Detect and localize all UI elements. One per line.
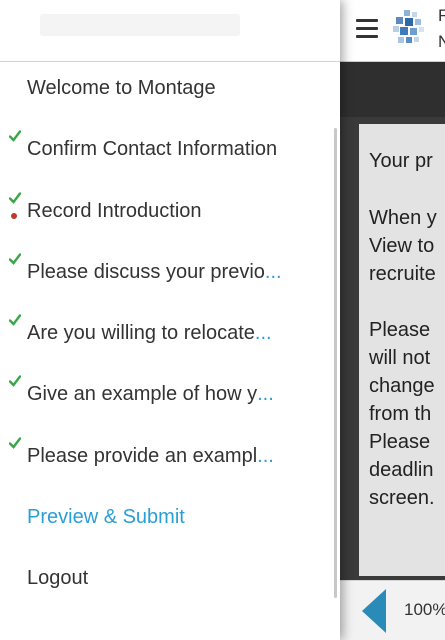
truncation-ellipsis: ... (254, 322, 272, 344)
instructions-card: Your pr When y View to recruite Please w… (359, 124, 445, 576)
menu-item-label: Please discuss your previo... (27, 259, 319, 285)
checkmark-icon (9, 314, 21, 326)
menu-item-welcome[interactable]: Welcome to Montage (0, 66, 330, 116)
menu-item-label: Welcome to Montage (27, 75, 319, 101)
checkmark-icon (9, 253, 21, 265)
menu-item-label: Record Introduction (27, 198, 319, 224)
menu-item-label: Confirm Contact Information (27, 136, 319, 162)
drawer-header-placeholder (40, 14, 240, 36)
menu-item-label: Are you willing to relocate... (27, 320, 319, 346)
menu-item-text: Logout (27, 567, 89, 589)
instructions-paragraph-3: Please will not change from th Please de… (369, 319, 435, 509)
app-header: F N (340, 0, 445, 62)
navigation-drawer: Welcome to Montage Confirm Contact Inform… (0, 0, 340, 640)
truncation-ellipsis: ... (257, 383, 274, 406)
current-step-dot-icon (11, 212, 17, 219)
checkmark-icon (9, 130, 21, 143)
app-title-line1: F (438, 6, 445, 25)
footer-bar: 100% (340, 580, 445, 640)
montage-logo-icon (393, 10, 424, 43)
menu-item-text: Are you willing to relocate (27, 322, 255, 344)
menu-item-text: Record Introduction (27, 199, 202, 222)
menu-item-label: Please provide an exampl... (27, 443, 319, 469)
menu-item-text: Please discuss your previo (27, 260, 265, 283)
screen: F N Your pr When y View to recruite Plea… (0, 0, 445, 640)
menu-item-label: Give an example of how y... (27, 381, 319, 407)
menu-item-question-provide-example[interactable]: Please provide an exampl... (0, 434, 330, 484)
drawer-header (0, 0, 340, 62)
menu-item-preview-submit[interactable]: Preview & Submit (0, 495, 330, 545)
menu-item-text: Please provide an exampl (27, 444, 258, 467)
menu-item-question-example[interactable]: Give an example of how y... (0, 372, 330, 422)
instructions-paragraph-1: Your pr (369, 150, 433, 172)
checkmark-icon (9, 436, 21, 449)
progress-percent: 100% (404, 600, 445, 619)
menu-item-text: Confirm Contact Information (27, 138, 278, 161)
menu-item-text: Preview & Submit (27, 505, 185, 528)
checkmark-icon (9, 375, 21, 388)
menu-item-label: Logout (27, 565, 319, 591)
menu-item-confirm-contact[interactable]: Confirm Contact Information (0, 127, 330, 177)
truncation-ellipsis: ... (257, 444, 274, 467)
back-arrow-icon[interactable] (362, 589, 388, 633)
menu-item-text: Give an example of how y (27, 383, 258, 406)
menu-item-text: Welcome to Montage (27, 77, 216, 99)
menu-item-question-relocate[interactable]: Are you willing to relocate... (0, 311, 330, 361)
instructions-paragraph-2: When y View to recruite (369, 207, 437, 285)
menu-item-question-previous[interactable]: Please discuss your previo... (0, 250, 330, 300)
truncation-ellipsis: ... (264, 260, 282, 283)
drawer-scrollbar[interactable] (334, 128, 337, 598)
menu-item-record-intro[interactable]: Record Introduction (0, 189, 330, 239)
menu-item-logout[interactable]: Logout (0, 556, 330, 606)
app-title-line2: N (438, 32, 445, 51)
drawer-divider (0, 61, 340, 62)
checkmark-icon (9, 191, 21, 204)
hamburger-menu-icon[interactable] (356, 19, 378, 39)
section-header-bar (340, 62, 445, 117)
menu-item-label: Preview & Submit (27, 504, 319, 530)
